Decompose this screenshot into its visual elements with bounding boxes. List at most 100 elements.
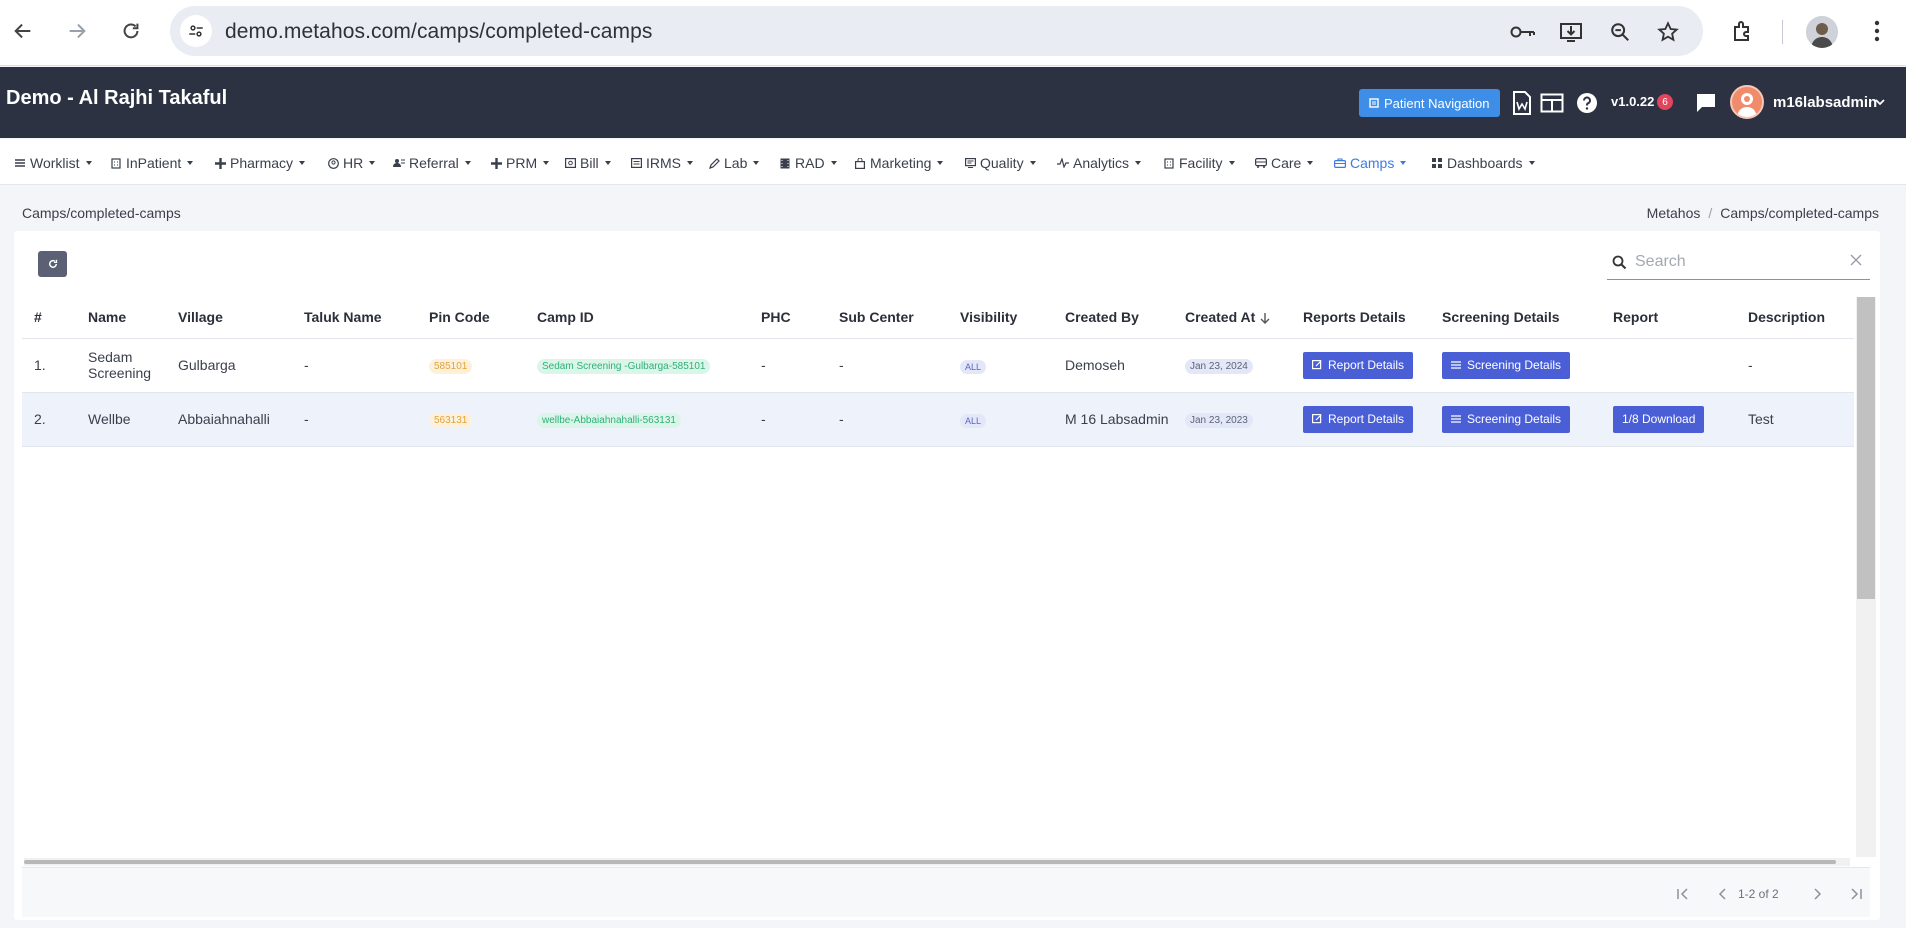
- col-header-created-by[interactable]: Created By: [1053, 296, 1173, 339]
- chevron-down-icon[interactable]: [1875, 98, 1885, 106]
- cell-taluk: -: [292, 338, 417, 393]
- col-header-pin[interactable]: Pin Code: [417, 296, 525, 339]
- last-page-icon[interactable]: [1845, 883, 1867, 905]
- cell-village: Abbaiahnahalli: [166, 392, 292, 447]
- horizontal-scrollbar[interactable]: [24, 858, 1850, 866]
- address-bar[interactable]: demo.metahos.com/camps/completed-camps: [170, 6, 1703, 56]
- screening-details-button[interactable]: Screening Details: [1442, 351, 1571, 379]
- menu-hr[interactable]: HR: [327, 153, 376, 173]
- search-input[interactable]: [1635, 248, 1835, 276]
- vertical-scrollbar[interactable]: [1856, 297, 1876, 857]
- chat-icon[interactable]: [1694, 91, 1718, 115]
- menu-quality[interactable]: Quality: [964, 153, 1036, 173]
- col-header-report[interactable]: Report: [1601, 296, 1736, 339]
- sort-desc-icon[interactable]: [1259, 312, 1271, 325]
- col-header-num[interactable]: #: [22, 296, 76, 339]
- col-header-phc[interactable]: PHC: [749, 296, 827, 339]
- password-key-icon[interactable]: [1510, 19, 1536, 45]
- col-header-created-at[interactable]: Created At: [1173, 296, 1291, 339]
- menu-pharmacy[interactable]: Pharmacy: [214, 153, 306, 173]
- cell-pin: 563131: [417, 392, 525, 447]
- menu-analytics[interactable]: Analytics: [1057, 153, 1142, 173]
- col-header-screening-details[interactable]: Screening Details: [1430, 296, 1601, 339]
- previous-page-icon[interactable]: [1712, 883, 1734, 905]
- word-document-icon[interactable]: [1510, 91, 1534, 115]
- cell-description: -: [1736, 338, 1854, 393]
- menu-worklist[interactable]: Worklist: [14, 153, 92, 173]
- report-details-button[interactable]: Report Details: [1303, 351, 1414, 379]
- breadcrumb-root[interactable]: Metahos: [1647, 205, 1701, 221]
- menu-camps[interactable]: Camps: [1334, 153, 1407, 173]
- col-header-sub-center[interactable]: Sub Center: [827, 296, 948, 339]
- menu-referral[interactable]: Referral: [393, 153, 471, 173]
- search-field[interactable]: [1607, 242, 1870, 280]
- menu-care[interactable]: Care: [1255, 153, 1314, 173]
- clear-search-icon[interactable]: [1850, 254, 1862, 266]
- download-report-button[interactable]: 1/8 Download: [1613, 405, 1705, 433]
- site-settings-icon[interactable]: [180, 15, 212, 47]
- table-row[interactable]: 1. Sedam Screening Gulbarga - 585101 Sed…: [22, 338, 1854, 393]
- cell-village: Gulbarga: [166, 338, 292, 393]
- breadcrumb-separator: /: [1708, 205, 1713, 221]
- col-header-village[interactable]: Village: [166, 296, 292, 339]
- refresh-button[interactable]: [38, 251, 67, 277]
- cell-name: Wellbe: [76, 392, 166, 447]
- menu-inpatient[interactable]: InPatient: [110, 153, 194, 173]
- menu-facility[interactable]: Facility: [1163, 153, 1235, 173]
- patient-navigation-button[interactable]: Patient Navigation: [1359, 89, 1500, 117]
- menu-lab[interactable]: Lab: [708, 153, 760, 173]
- user-avatar[interactable]: [1730, 85, 1764, 119]
- breadcrumb-current: Camps/completed-camps: [1720, 205, 1879, 221]
- screening-details-button[interactable]: Screening Details: [1442, 405, 1571, 433]
- cell-report: 1/8 Download: [1601, 392, 1736, 447]
- cell-screening-details: Screening Details: [1430, 392, 1601, 447]
- page-path: Camps/completed-camps: [22, 205, 181, 221]
- username[interactable]: m16labsadmin: [1773, 94, 1877, 111]
- plus-icon: [214, 157, 226, 169]
- scrollbar-thumb[interactable]: [24, 860, 1836, 864]
- app-version: v1.0.22: [1611, 94, 1655, 109]
- cell-camp-id: Sedam Screening -Gulbarga-585101: [525, 338, 749, 393]
- building-icon: [110, 157, 122, 169]
- extensions-icon[interactable]: [1725, 13, 1761, 49]
- menu-marketing[interactable]: Marketing: [854, 153, 944, 173]
- col-header-description[interactable]: Description: [1736, 296, 1854, 339]
- forward-icon[interactable]: [59, 13, 95, 49]
- cell-phc: -: [749, 392, 827, 447]
- next-page-icon[interactable]: [1806, 883, 1828, 905]
- date-badge: Jan 23, 2023: [1185, 413, 1253, 428]
- menu-dashboards[interactable]: Dashboards: [1431, 153, 1535, 173]
- browser-toolbar: demo.metahos.com/camps/completed-camps: [0, 0, 1906, 66]
- first-page-icon[interactable]: [1672, 883, 1694, 905]
- book-icon: [1369, 98, 1379, 108]
- menu-bill[interactable]: Bill: [564, 153, 611, 173]
- col-header-camp-id[interactable]: Camp ID: [525, 296, 749, 339]
- bag-icon: [854, 157, 866, 169]
- col-header-reports-details[interactable]: Reports Details: [1291, 296, 1430, 339]
- help-icon[interactable]: [1575, 91, 1599, 115]
- window-icon[interactable]: [1540, 91, 1564, 115]
- zoom-icon[interactable]: [1607, 19, 1633, 45]
- scrollbar-thumb[interactable]: [1857, 297, 1875, 599]
- reload-icon[interactable]: [113, 13, 149, 49]
- table-header-row: # Name Village Taluk Name Pin Code Camp …: [22, 296, 1854, 339]
- table-container: # Name Village Taluk Name Pin Code Camp …: [22, 296, 1854, 861]
- cell-visibility: ALL: [948, 338, 1053, 393]
- col-header-name[interactable]: Name: [76, 296, 166, 339]
- menu-rad[interactable]: RAD: [779, 153, 837, 173]
- col-header-taluk[interactable]: Taluk Name: [292, 296, 417, 339]
- cell-taluk: -: [292, 392, 417, 447]
- browser-menu-icon[interactable]: [1859, 13, 1895, 49]
- menu-prm[interactable]: PRM: [490, 153, 550, 173]
- bookmark-star-icon[interactable]: [1655, 19, 1681, 45]
- pin-code-badge: 585101: [429, 359, 473, 374]
- table-row[interactable]: 2. Wellbe Abbaiahnahalli - 563131 wellbe…: [22, 392, 1854, 447]
- film-icon: [779, 157, 791, 169]
- browser-profile-avatar[interactable]: [1806, 16, 1838, 48]
- col-header-visibility[interactable]: Visibility: [948, 296, 1053, 339]
- report-details-button[interactable]: Report Details: [1303, 405, 1414, 433]
- menu-irms[interactable]: IRMS: [630, 153, 693, 173]
- back-icon[interactable]: [5, 13, 41, 49]
- install-app-icon[interactable]: [1558, 19, 1584, 45]
- pulse-icon: [1057, 157, 1069, 169]
